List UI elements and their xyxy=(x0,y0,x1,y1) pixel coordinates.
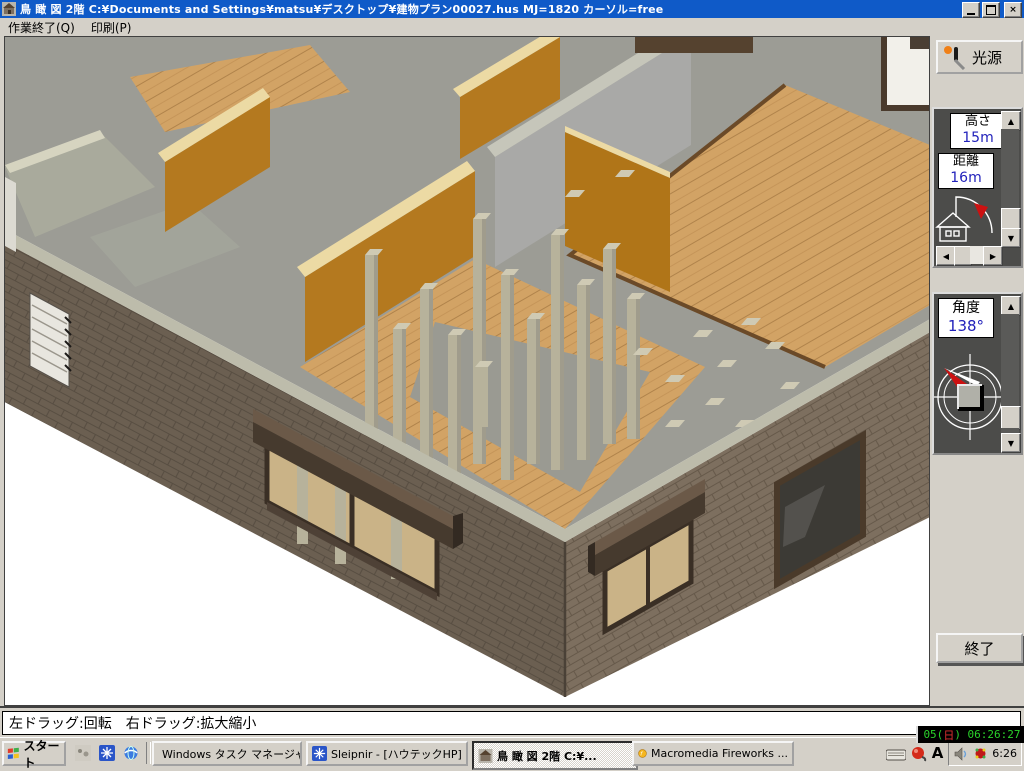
bird-view-app-icon xyxy=(478,749,493,763)
height-value: 15m xyxy=(951,130,1005,146)
height-distance-panel: 高さ 15m 距離 16m ▲ ▼ ◀ ▶ xyxy=(932,107,1023,268)
height-label: 高さ xyxy=(951,114,1005,130)
bird-view-3d-canvas[interactable] xyxy=(4,36,930,706)
task-label: Windows タスク マネージャ xyxy=(162,746,302,762)
height-scroll-up[interactable]: ▲ xyxy=(1001,111,1021,131)
minimize-icon xyxy=(967,13,975,15)
minimize-button[interactable] xyxy=(962,2,980,18)
sleipnir-icon xyxy=(99,745,115,761)
menu-item-exit-work[interactable]: 作業終了(Q) xyxy=(0,18,83,37)
quicklaunch-browser[interactable] xyxy=(120,742,142,764)
distance-readout: 距離 16m xyxy=(938,153,994,189)
angle-panel: 角度 138° ▲ ▼ xyxy=(932,292,1023,455)
status-hint: 左ドラッグ:回転 右ドラッグ:拡大縮小 xyxy=(2,711,1021,735)
taskbar-separator xyxy=(146,742,151,764)
task-button-birdview-active[interactable]: 鳥 瞰 図 2階 C:¥... xyxy=(472,741,638,770)
tray-time[interactable]: 6:26 xyxy=(992,747,1017,760)
restore-button[interactable] xyxy=(982,2,1000,18)
height-readout: 高さ 15m xyxy=(950,113,1006,149)
distance-scroll-left[interactable]: ◀ xyxy=(936,246,956,266)
tray-clock-box: 6:26 xyxy=(948,741,1022,766)
windows-logo-icon xyxy=(7,747,21,761)
window-title: 鳥 瞰 図 2階 C:¥Documents and Settings¥matsu… xyxy=(20,1,663,17)
angle-scroll-track[interactable] xyxy=(1001,314,1019,406)
angle-value: 138° xyxy=(939,317,993,335)
house-3d-view xyxy=(5,37,929,705)
height-scroll-thumb[interactable] xyxy=(1001,208,1021,230)
close-icon: × xyxy=(1009,6,1017,15)
height-scroll-down[interactable]: ▼ xyxy=(1001,228,1021,248)
clock-overlay: 05(日) 06:26:27 xyxy=(916,726,1024,743)
compass-dial[interactable] xyxy=(934,340,1003,453)
taskbar: スタート Windows タスク マネージャ Sleipni xyxy=(0,737,1024,768)
show-desktop-icon xyxy=(75,745,91,761)
exit-button-label: 終了 xyxy=(964,638,994,659)
distance-scroll-right[interactable]: ▶ xyxy=(983,246,1003,266)
distance-value: 16m xyxy=(939,170,993,186)
light-source-label: 光源 xyxy=(972,47,1002,68)
status-bar: 左ドラッグ:回転 右ドラッグ:拡大縮小 xyxy=(0,706,1024,737)
app-window-icon xyxy=(2,2,16,16)
fireworks-icon: f xyxy=(638,746,647,761)
menubar: 作業終了(Q) 印刷(P) xyxy=(0,18,1024,36)
camera-direction-arrow xyxy=(974,203,988,219)
ime-indicator[interactable]: A xyxy=(932,746,944,761)
start-label: スタート xyxy=(24,737,65,771)
volume-tray-icon[interactable] xyxy=(953,747,969,761)
white-corner-wall xyxy=(881,37,929,111)
quicklaunch-show-desktop[interactable] xyxy=(72,742,94,764)
angle-scroll-up[interactable]: ▲ xyxy=(1001,296,1021,316)
clock-time: ) 06:26:27 xyxy=(954,728,1020,741)
titlebar[interactable]: 鳥 瞰 図 2階 C:¥Documents and Settings¥matsu… xyxy=(0,0,1024,18)
camera-arc-diagram xyxy=(934,189,1003,246)
distance-scroll-track[interactable] xyxy=(970,246,983,264)
angle-label: 角度 xyxy=(939,299,993,317)
keyboard-tray-icon[interactable] xyxy=(886,747,906,761)
app-tray-icon[interactable] xyxy=(973,746,988,761)
dark-brown-wall-top xyxy=(635,37,753,53)
system-tray: A 6:26 xyxy=(886,741,1024,766)
internet-icon xyxy=(123,745,139,761)
clock-day: 日 xyxy=(943,727,954,743)
exit-button[interactable]: 終了 xyxy=(936,633,1023,663)
left-edge-window xyxy=(5,177,16,252)
light-source-icon xyxy=(942,44,966,70)
restore-icon xyxy=(986,5,996,15)
task-label: Sleipnir - [ハウテックHP] xyxy=(331,746,462,762)
menu-item-print[interactable]: 印刷(P) xyxy=(83,18,140,37)
task-label: Macromedia Fireworks ... xyxy=(651,747,788,760)
task-label: 鳥 瞰 図 2階 C:¥... xyxy=(497,748,597,764)
task-button-fireworks[interactable]: f Macromedia Fireworks ... xyxy=(632,741,794,766)
distance-label: 距離 xyxy=(939,154,993,170)
clock-date: 05( xyxy=(923,728,943,741)
trackball-tray-icon[interactable] xyxy=(911,746,927,762)
compass-center-knob xyxy=(958,385,982,409)
desktop: { "window": { "title": "鳥 瞰 図 2階 C:¥Docu… xyxy=(0,0,1024,768)
task-button-sleipnir[interactable]: Sleipnir - [ハウテックHP] xyxy=(306,741,468,766)
quicklaunch-sleipnir[interactable] xyxy=(96,742,118,764)
angle-readout: 角度 138° xyxy=(938,298,994,338)
close-button[interactable]: × xyxy=(1004,2,1022,18)
height-scroll-track[interactable] xyxy=(1001,129,1019,208)
task-button-taskmanager[interactable]: Windows タスク マネージャ xyxy=(152,741,302,766)
light-source-button[interactable]: 光源 xyxy=(936,40,1023,74)
angle-scroll-down[interactable]: ▼ xyxy=(1001,433,1021,453)
start-button[interactable]: スタート xyxy=(2,741,66,766)
sleipnir-icon xyxy=(312,746,327,761)
house-glyph xyxy=(937,213,969,241)
angle-scroll-thumb[interactable] xyxy=(1001,406,1021,430)
